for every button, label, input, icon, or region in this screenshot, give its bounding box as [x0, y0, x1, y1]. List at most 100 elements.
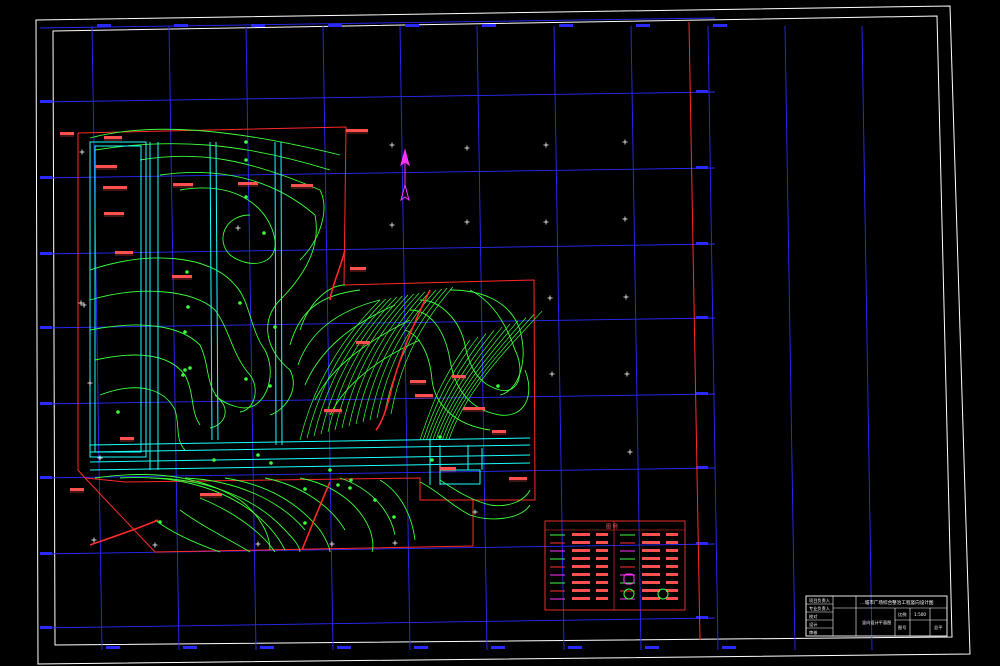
grid-tick-plate — [636, 24, 650, 27]
sheet-number: 总平 — [934, 624, 942, 631]
spot-elevation-dot — [438, 435, 442, 439]
grid-tick-plate — [559, 24, 573, 27]
annotation-plate — [172, 275, 192, 278]
legend-label-plate — [666, 549, 678, 552]
legend-label-plate — [642, 573, 660, 576]
grid-tick-plate — [40, 252, 52, 255]
grid-tick-plate — [696, 316, 708, 319]
legend-title: 图 例 — [606, 523, 618, 530]
spot-elevation-dot — [348, 486, 352, 490]
grid-tick-plate — [40, 100, 52, 103]
spot-elevation-dot — [303, 521, 307, 525]
legend-label-plate — [666, 557, 678, 560]
annotation-plate — [415, 394, 433, 397]
legend-label-plate — [596, 565, 608, 568]
grid-tick-plate — [40, 552, 52, 555]
spot-elevation-dot — [183, 330, 187, 334]
legend-label-plate — [572, 589, 590, 592]
legend-label-plate — [572, 541, 590, 544]
spot-elevation-dot — [238, 301, 242, 305]
annotation-plate — [70, 488, 84, 491]
scale-value: 1:500 — [914, 612, 926, 617]
legend-label-plate — [572, 581, 590, 584]
spot-elevation-dot — [256, 453, 260, 457]
legend-label-plate — [666, 541, 678, 544]
grid-tick-plate — [568, 646, 582, 649]
spot-elevation-dot — [158, 520, 162, 524]
grid-tick-plate — [40, 176, 52, 179]
legend-label-plate — [596, 573, 608, 576]
spot-elevation-dot — [188, 366, 192, 370]
spot-elevation-dot — [392, 515, 396, 519]
grid-tick-plate — [722, 646, 736, 649]
annotation-plate — [200, 493, 222, 496]
legend-label-plate — [642, 589, 660, 592]
title-row-checker: 校对 — [809, 613, 817, 620]
spot-elevation-dot — [185, 270, 189, 274]
legend-label-plate — [596, 581, 608, 584]
legend-label-plate — [572, 573, 590, 576]
annotation-plate — [115, 251, 133, 254]
annotation-plate — [346, 129, 368, 132]
legend-label-plate — [642, 557, 660, 560]
legend-label-plate — [572, 549, 590, 552]
legend-label-plate — [572, 597, 590, 600]
grid-tick-plate — [106, 646, 120, 649]
legend-label-plate — [572, 533, 590, 536]
annotation-plate — [60, 132, 74, 135]
grid-tick-plate — [40, 402, 52, 405]
legend-label-plate — [642, 581, 660, 584]
legend-label-plate — [596, 597, 608, 600]
legend-label-plate — [666, 581, 678, 584]
legend-label-plate — [642, 549, 660, 552]
annotation-plate — [103, 186, 127, 189]
grid-tick-plate — [696, 242, 708, 245]
spot-elevation-dot — [181, 373, 185, 377]
grid-tick-plate — [696, 90, 708, 93]
legend-label-plate — [572, 565, 590, 568]
grid-tick-plate — [405, 24, 419, 27]
legend-label-plate — [572, 557, 590, 560]
sheet-title: 竖向设计平面图 — [862, 619, 891, 626]
grid-tick-plate — [696, 616, 708, 619]
grid-tick-plate — [260, 646, 274, 649]
annotation-plate — [95, 165, 117, 168]
annotation-plate — [492, 430, 506, 433]
scale-label: 比例 — [898, 611, 906, 618]
grid-tick-plate — [713, 24, 727, 27]
annotation-plate — [238, 182, 258, 185]
grid-tick-plate — [174, 24, 188, 27]
legend-label-plate — [642, 597, 660, 600]
legend-label-plate — [596, 549, 608, 552]
grid-tick-plate — [251, 24, 265, 27]
legend-label-plate — [596, 533, 608, 536]
annotation-plate — [452, 375, 466, 378]
spot-elevation-dot — [212, 458, 216, 462]
spot-elevation-dot — [328, 468, 332, 472]
title-row-discipline-lead: 专业负责人 — [809, 605, 831, 612]
legend-label-plate — [666, 573, 678, 576]
grid-tick-plate — [40, 476, 52, 479]
spot-elevation-dot — [262, 231, 266, 235]
spot-elevation-dot — [244, 195, 248, 199]
annotation-plate — [463, 407, 485, 410]
legend-label-plate — [666, 565, 678, 568]
legend-label-plate — [596, 541, 608, 544]
spot-elevation-dot — [116, 410, 120, 414]
legend-label-plate — [596, 589, 608, 592]
cad-drawing-canvas[interactable]: 图 例 项目负责人 专业负责人 校对 设计 审核 …城市广场综合整治工程竖向设计… — [0, 0, 1000, 666]
spot-elevation-dot — [244, 140, 248, 144]
grid-tick-plate — [645, 646, 659, 649]
grid-tick-plate — [491, 646, 505, 649]
spot-elevation-dot — [349, 478, 353, 482]
legend-label-plate — [666, 597, 678, 600]
grid-tick-plate — [482, 24, 496, 27]
spot-elevation-dot — [244, 158, 248, 162]
annotation-plate — [173, 183, 193, 186]
spot-elevation-dot — [496, 384, 500, 388]
legend-label-plate — [666, 533, 678, 536]
grid-tick-plate — [414, 646, 428, 649]
grid-tick-plate — [40, 326, 52, 329]
legend-label-plate — [596, 557, 608, 560]
spot-elevation-dot — [244, 377, 248, 381]
